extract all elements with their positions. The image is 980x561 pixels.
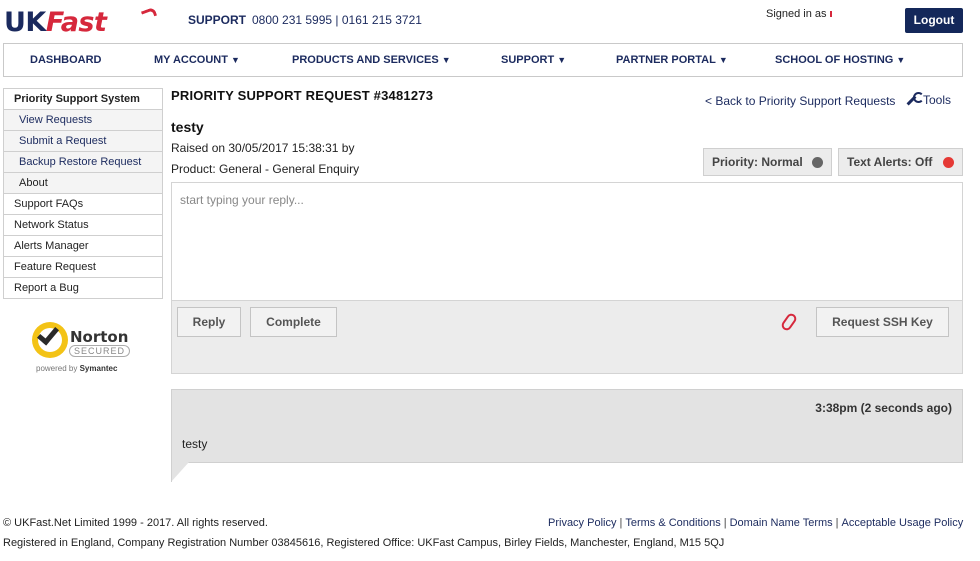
text-alerts-status-dot-icon <box>943 157 954 168</box>
chevron-down-icon: ▼ <box>718 55 728 65</box>
footer-link-domain-name-terms[interactable]: Domain Name Terms <box>730 517 833 529</box>
logout-button[interactable]: Logout <box>905 8 963 33</box>
sidebar-item-about[interactable]: About <box>3 173 163 194</box>
sidebar-item-priority-support-system[interactable]: Priority Support System <box>3 88 163 110</box>
message-bubble: 3:38pm (2 seconds ago) testy <box>171 389 963 463</box>
nav-label: PRODUCTS AND SERVICES <box>292 54 439 66</box>
tools-label: Tools <box>923 93 952 107</box>
nav-item-support[interactable]: SUPPORT ▼ <box>501 44 566 76</box>
priority-status-dot-icon <box>812 157 823 168</box>
reply-action-bar: Reply Complete Request SSH Key <box>172 300 962 373</box>
norton-powered-by: powered by Symantec <box>36 364 117 373</box>
request-subject: testy <box>171 119 204 135</box>
nav-item-dashboard[interactable]: DASHBOARD <box>30 44 102 76</box>
header: UKFast SUPPORT 0800 231 5995 | 0161 215 … <box>0 0 980 42</box>
reply-panel: Reply Complete Request SSH Key <box>171 182 963 374</box>
complete-button[interactable]: Complete <box>250 307 337 337</box>
tools-menu[interactable]: Tools <box>906 92 951 107</box>
nav-item-school-of-hosting[interactable]: SCHOOL OF HOSTING ▼ <box>775 44 905 76</box>
sidebar-item-report-bug[interactable]: Report a Bug <box>3 278 163 299</box>
norton-powered-text: powered by <box>36 364 78 373</box>
footer-links: Privacy Policy | Terms & Conditions | Domain… <box>548 517 963 529</box>
nav-item-partner-portal[interactable]: PARTNER PORTAL ▼ <box>616 44 728 76</box>
reply-textarea[interactable] <box>172 183 962 300</box>
norton-secured-badge[interactable]: Norton SECURED powered by Symantec <box>30 318 140 378</box>
page-title: PRIORITY SUPPORT REQUEST #3481273 <box>171 88 434 103</box>
sidebar-item-feature-request[interactable]: Feature Request <box>3 257 163 278</box>
sidebar: Priority Support System View Requests Su… <box>3 88 163 299</box>
nav-label: MY ACCOUNT <box>154 54 228 66</box>
text-alerts-toggle[interactable]: Text Alerts: Off <box>838 148 963 176</box>
signed-in-status: Signed in as <box>766 8 832 20</box>
sidebar-item-network-status[interactable]: Network Status <box>3 215 163 236</box>
support-phones: 0800 231 5995 | 0161 215 3721 <box>252 13 422 27</box>
logo-swoosh-icon <box>140 6 158 21</box>
footer-separator: | <box>723 517 727 529</box>
norton-secured-label: SECURED <box>69 345 131 357</box>
norton-name: Norton <box>70 328 129 346</box>
signed-in-user-marker <box>829 11 832 18</box>
message-timestamp: 3:38pm (2 seconds ago) <box>815 401 952 415</box>
ukfast-logo[interactable]: UKFast <box>4 6 158 38</box>
norton-symantec: Symantec <box>79 364 118 373</box>
sidebar-item-submit-request[interactable]: Submit a Request <box>3 131 163 152</box>
footer-separator: | <box>835 517 839 529</box>
priority-toggle[interactable]: Priority: Normal <box>703 148 832 176</box>
signed-in-label: Signed in as <box>766 8 827 20</box>
nav-label: DASHBOARD <box>30 54 102 66</box>
main-nav: DASHBOARD MY ACCOUNT ▼ PRODUCTS AND SERVI… <box>3 43 963 77</box>
nav-label: PARTNER PORTAL <box>616 54 716 66</box>
footer-link-privacy-policy[interactable]: Privacy Policy <box>548 517 616 529</box>
message-bubble-tail <box>171 462 189 482</box>
request-raised-info: Raised on 30/05/2017 15:38:31 by <box>171 141 355 155</box>
chevron-down-icon: ▼ <box>557 55 567 65</box>
text-alerts-label: Text Alerts: Off <box>847 155 933 169</box>
wrench-icon <box>906 92 924 106</box>
sidebar-item-view-requests[interactable]: View Requests <box>3 110 163 131</box>
footer-link-acceptable-usage-policy[interactable]: Acceptable Usage Policy <box>842 517 964 529</box>
sidebar-item-backup-restore-request[interactable]: Backup Restore Request <box>3 152 163 173</box>
paperclip-attach-icon[interactable] <box>779 311 799 333</box>
request-ssh-key-button[interactable]: Request SSH Key <box>816 307 949 337</box>
back-to-requests-link[interactable]: < Back to Priority Support Requests <box>705 94 895 108</box>
footer-separator: | <box>619 517 623 529</box>
nav-label: SCHOOL OF HOSTING <box>775 54 894 66</box>
message-bubble-tail-edge <box>171 462 172 482</box>
chevron-down-icon: ▼ <box>441 55 451 65</box>
footer-copyright: © UKFast.Net Limited 1999 - 2017. All ri… <box>3 517 268 529</box>
logo-fast-text: Fast <box>45 7 107 38</box>
sidebar-item-alerts-manager[interactable]: Alerts Manager <box>3 236 163 257</box>
sidebar-item-support-faqs[interactable]: Support FAQs <box>3 194 163 215</box>
nav-label: SUPPORT <box>501 54 555 66</box>
support-label: SUPPORT <box>188 13 247 27</box>
nav-item-products-and-services[interactable]: PRODUCTS AND SERVICES ▼ <box>292 44 451 76</box>
priority-label: Priority: Normal <box>712 155 803 169</box>
footer-registration: Registered in England, Company Registrat… <box>3 537 725 549</box>
footer-link-terms-conditions[interactable]: Terms & Conditions <box>625 517 720 529</box>
message-text: testy <box>182 437 208 451</box>
chevron-down-icon: ▼ <box>230 55 240 65</box>
reply-button[interactable]: Reply <box>177 307 241 337</box>
chevron-down-icon: ▼ <box>896 55 906 65</box>
nav-item-my-account[interactable]: MY ACCOUNT ▼ <box>154 44 240 76</box>
logo-uk-text: UK <box>4 7 46 38</box>
request-product: Product: General - General Enquiry <box>171 162 360 176</box>
